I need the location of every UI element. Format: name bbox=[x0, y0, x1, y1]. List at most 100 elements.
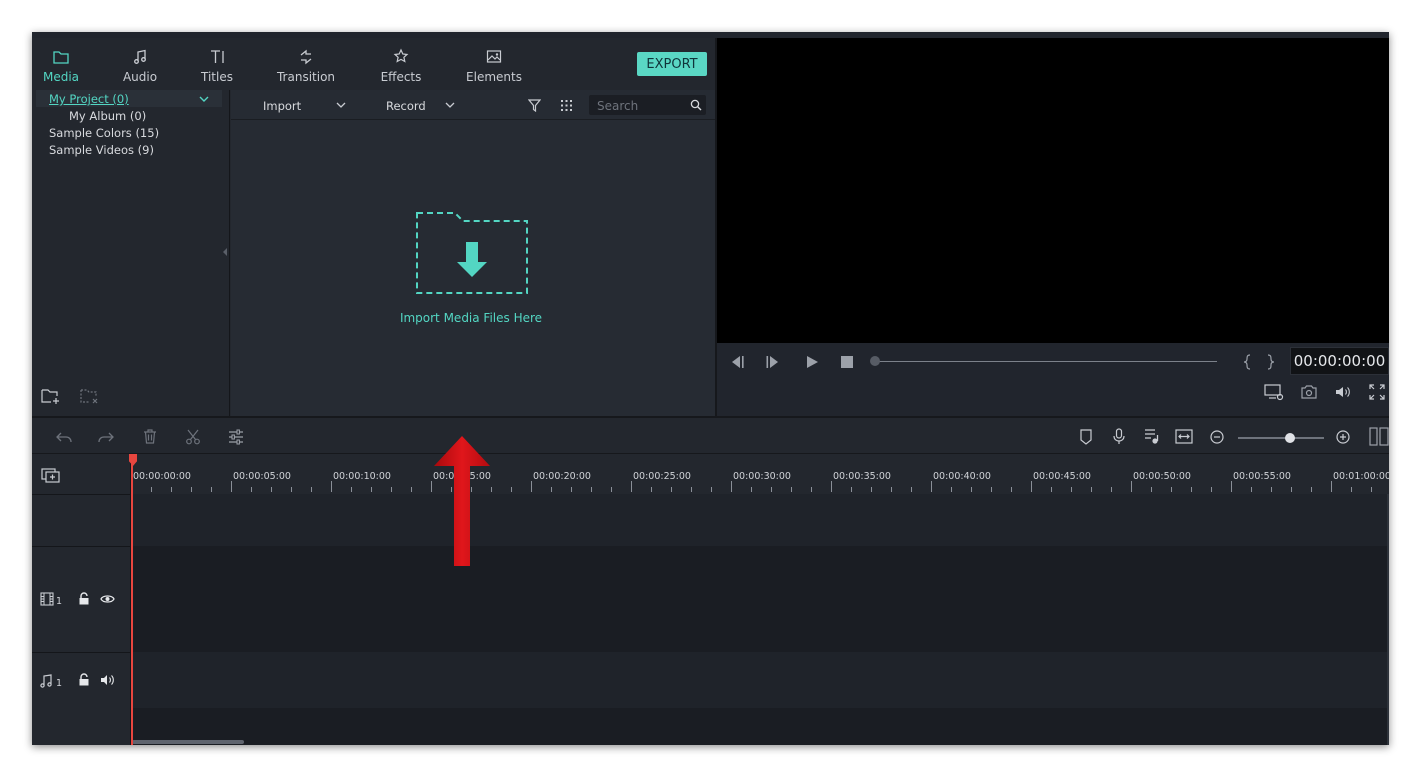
timeline-ruler[interactable]: 00:00:00:0000:00:05:0000:00:10:0000:00:1… bbox=[131, 454, 1389, 494]
ruler-tick-label: 00:00:05:00 bbox=[233, 471, 291, 482]
music-note-icon bbox=[134, 49, 146, 64]
import-dropdown[interactable]: Import bbox=[263, 99, 301, 113]
ruler-tick-label: 00:00:50:00 bbox=[1133, 471, 1191, 482]
import-media-drop-text[interactable]: Import Media Files Here bbox=[391, 311, 551, 325]
zoom-out-icon[interactable] bbox=[1210, 430, 1224, 444]
tab-titles[interactable]: Titles bbox=[182, 48, 252, 94]
microphone-icon[interactable] bbox=[1113, 428, 1125, 445]
marker-icon[interactable] bbox=[1080, 429, 1092, 445]
video-track-lane[interactable] bbox=[131, 546, 1389, 652]
delete-trash-icon[interactable] bbox=[143, 429, 157, 444]
adjust-sliders-icon[interactable] bbox=[228, 429, 244, 445]
timeline-toolbar bbox=[32, 416, 1389, 454]
ruler-tick-label: 00:00:40:00 bbox=[933, 471, 991, 482]
text-icon bbox=[211, 50, 224, 63]
ruler-tick-label: 00:00:25:00 bbox=[633, 471, 691, 482]
tab-elements[interactable]: Elements bbox=[459, 48, 529, 94]
audio-track-music-icon bbox=[40, 674, 52, 688]
media-folder-tree: My Project (0) My Album (0) Sample Color… bbox=[32, 90, 230, 416]
ruler-tick-label: 00:00:55:00 bbox=[1233, 471, 1291, 482]
chevron-down-icon[interactable] bbox=[199, 96, 209, 103]
redo-icon[interactable] bbox=[98, 430, 114, 444]
next-frame-icon[interactable] bbox=[765, 355, 781, 369]
ruler-tick-label: 00:00:45:00 bbox=[1033, 471, 1091, 482]
delete-folder-icon[interactable] bbox=[80, 387, 100, 405]
preview-progress-handle[interactable] bbox=[870, 356, 880, 366]
timeline-row-empty[interactable] bbox=[131, 494, 1389, 546]
eye-visibility-icon[interactable] bbox=[100, 594, 115, 604]
tab-effects[interactable]: Effects bbox=[366, 48, 436, 94]
timeline: 1 1 00:00:00:00 00:00:05:00 00:00:10:00 00:… bbox=[32, 454, 1389, 745]
preview-progress-track[interactable] bbox=[875, 361, 1217, 362]
tab-media-label: Media bbox=[42, 70, 80, 84]
search-icon[interactable] bbox=[690, 99, 702, 111]
folder-icon bbox=[53, 51, 69, 64]
transition-icon bbox=[300, 49, 312, 65]
tab-effects-label: Effects bbox=[380, 70, 422, 84]
zoom-slider-track[interactable] bbox=[1238, 437, 1324, 439]
export-button[interactable]: EXPORT bbox=[637, 52, 707, 76]
tree-item-sample-videos[interactable]: Sample Videos (9) bbox=[49, 143, 154, 157]
import-folder-icon[interactable] bbox=[415, 210, 531, 296]
stop-icon[interactable] bbox=[841, 356, 853, 368]
media-library-panel: Media Audio Titles Transition Effects El… bbox=[32, 38, 715, 416]
lock-icon[interactable] bbox=[78, 592, 90, 605]
audio-track-lane[interactable] bbox=[131, 652, 1389, 708]
zoom-in-icon[interactable] bbox=[1336, 430, 1350, 444]
previous-frame-icon[interactable] bbox=[729, 355, 745, 369]
add-track-icon[interactable] bbox=[41, 466, 61, 483]
panel-layout-icon[interactable] bbox=[1369, 427, 1389, 446]
new-folder-icon[interactable] bbox=[41, 387, 61, 405]
audio-track-number: 1 bbox=[56, 678, 63, 689]
media-toolbar: Import Record Search bbox=[231, 90, 715, 120]
tab-audio[interactable]: Audio bbox=[105, 48, 175, 94]
preview-panel: 00:00:00:00 bbox=[715, 38, 1389, 416]
search-placeholder: Search bbox=[597, 99, 639, 113]
video-track-number: 1 bbox=[56, 596, 63, 607]
chevron-down-icon[interactable] bbox=[336, 102, 346, 109]
tab-media[interactable]: Media bbox=[32, 48, 96, 97]
tab-titles-label: Titles bbox=[201, 70, 233, 84]
search-input[interactable]: Search bbox=[589, 95, 706, 115]
undo-icon[interactable] bbox=[56, 430, 72, 444]
image-icon bbox=[486, 50, 502, 63]
red-annotation-arrow-icon bbox=[434, 436, 490, 566]
track-divider bbox=[32, 652, 131, 653]
cut-scissors-icon[interactable] bbox=[185, 429, 201, 445]
zoom-slider-handle[interactable] bbox=[1285, 433, 1295, 443]
timeline-row-empty[interactable] bbox=[131, 708, 1389, 745]
mark-in-out-icon[interactable] bbox=[1243, 354, 1275, 370]
play-icon[interactable] bbox=[805, 355, 819, 369]
media-content-area: Import Record Search Import Media Files … bbox=[231, 90, 715, 416]
ruler-tick-label: 00:00:30:00 bbox=[733, 471, 791, 482]
record-dropdown[interactable]: Record bbox=[386, 99, 426, 113]
timeline-horizontal-scrollbar[interactable] bbox=[132, 740, 244, 744]
filmora-editor-window: Media Audio Titles Transition Effects El… bbox=[32, 32, 1389, 745]
effects-icon bbox=[393, 48, 409, 63]
grid-view-icon[interactable] bbox=[560, 99, 573, 112]
ruler-tick-label: 00:00:00:00 bbox=[133, 471, 191, 482]
tab-transition[interactable]: Transition bbox=[271, 48, 341, 94]
timeline-vertical-scrollbar[interactable] bbox=[1387, 494, 1389, 745]
fullscreen-icon[interactable] bbox=[1369, 384, 1385, 400]
ruler-tick-label: 00:00:10:00 bbox=[333, 471, 391, 482]
collapse-panel-icon[interactable] bbox=[222, 248, 228, 256]
audio-mixer-icon[interactable] bbox=[1144, 428, 1160, 445]
tree-item-my-project[interactable]: My Project (0) bbox=[49, 92, 129, 106]
snapshot-camera-icon[interactable] bbox=[1301, 385, 1317, 399]
speaker-icon[interactable] bbox=[100, 674, 115, 686]
tree-item-my-album[interactable]: My Album (0) bbox=[69, 109, 146, 123]
render-settings-icon[interactable] bbox=[1264, 384, 1284, 401]
track-divider bbox=[32, 494, 131, 495]
chevron-down-icon[interactable] bbox=[445, 102, 455, 109]
lock-icon[interactable] bbox=[78, 673, 90, 686]
playhead-line[interactable] bbox=[131, 454, 133, 745]
track-headers: 1 1 bbox=[32, 454, 131, 745]
ruler-tick-label: 00:00:35:00 bbox=[833, 471, 891, 482]
filter-icon[interactable] bbox=[528, 99, 541, 112]
ruler-tick-label: 00:00:20:00 bbox=[533, 471, 591, 482]
tree-item-sample-colors[interactable]: Sample Colors (15) bbox=[49, 126, 159, 140]
tab-transition-label: Transition bbox=[276, 70, 336, 84]
volume-icon[interactable] bbox=[1335, 385, 1351, 399]
fit-to-screen-icon[interactable] bbox=[1175, 429, 1193, 444]
